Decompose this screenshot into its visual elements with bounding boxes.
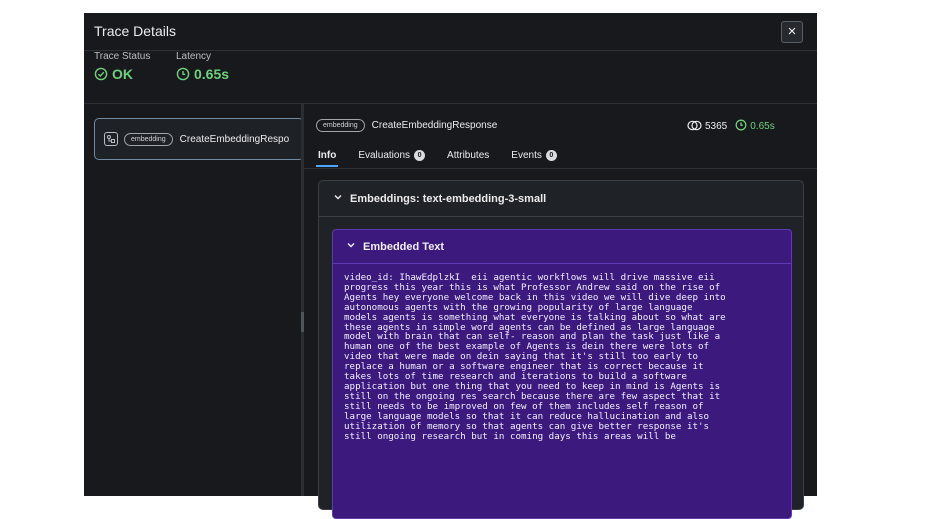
span-detail-header: embedding CreateEmbeddingResponse [316, 119, 497, 132]
tab-label: Info [318, 149, 337, 161]
panel-header: Trace Details × [84, 13, 817, 51]
detail-kind-badge: embedding [316, 119, 365, 132]
latency-label: Latency [176, 51, 212, 62]
latency-value: 0.65s [176, 66, 229, 82]
status-separator [84, 103, 817, 104]
trace-status-value: OK [94, 66, 133, 82]
tabs-underline [304, 168, 817, 169]
span-latency-text: 0.65s [750, 121, 775, 132]
token-count-text: 5365 [705, 121, 728, 132]
tab-label: Evaluations [358, 149, 411, 161]
tab-info[interactable]: Info [315, 145, 339, 167]
check-circle-icon [94, 67, 108, 81]
clock-icon [735, 119, 747, 134]
pane-resize-handle[interactable] [301, 312, 304, 332]
count-badge: 0 [545, 149, 557, 161]
span-kind-badge: embedding [124, 132, 173, 146]
pane-divider[interactable] [301, 104, 304, 496]
embedded-text-line: still ongoing research but in coming day… [344, 430, 676, 442]
count-badge: 0 [414, 149, 426, 161]
embedded-text-panel: Embedded Text video_id: IhawEdplzkI eii … [332, 229, 792, 519]
tab-attributes[interactable]: Attributes [447, 145, 489, 165]
token-icon [687, 120, 702, 134]
span-detail-meta: 5365 0.65s [687, 119, 775, 134]
span-latency: 0.65s [735, 119, 775, 134]
embeddings-title: Embeddings: text-embedding-3-small [350, 192, 547, 205]
trace-status-label: Trace Status [94, 51, 151, 62]
embedded-text-header[interactable]: Embedded Text [333, 230, 791, 264]
trace-status-text: OK [112, 66, 133, 82]
tab-evaluations[interactable]: Evaluations 0 [358, 145, 426, 165]
clock-icon [176, 67, 190, 81]
embedded-text-line: utilization of memory so that agents can… [344, 420, 710, 432]
embeddings-card: Embeddings: text-embedding-3-small Embed… [318, 180, 804, 519]
chevron-down-icon [346, 240, 356, 253]
close-button[interactable]: × [781, 21, 803, 43]
chevron-down-icon [333, 192, 343, 205]
panel-title: Trace Details [94, 23, 176, 39]
detail-span-name: CreateEmbeddingResponse [371, 120, 498, 131]
tab-label: Attributes [447, 149, 490, 161]
tab-events[interactable]: Events 0 [511, 145, 557, 165]
embeddings-card-header[interactable]: Embeddings: text-embedding-3-small [319, 181, 803, 217]
detail-tabs: Info Evaluations 0 Attributes Events 0 [315, 145, 557, 167]
embedded-text-title: Embedded Text [363, 240, 445, 253]
tab-label: Events [511, 149, 542, 161]
embedding-kind-icon [104, 132, 118, 146]
token-count: 5365 [687, 120, 727, 134]
latency-text: 0.65s [194, 66, 230, 82]
span-name: CreateEmbeddingRespo [179, 133, 290, 145]
span-list-item[interactable]: embedding CreateEmbeddingRespo [94, 118, 304, 160]
embedded-text-content: video_id: IhawEdplzkI eii agentic workfl… [333, 264, 791, 450]
